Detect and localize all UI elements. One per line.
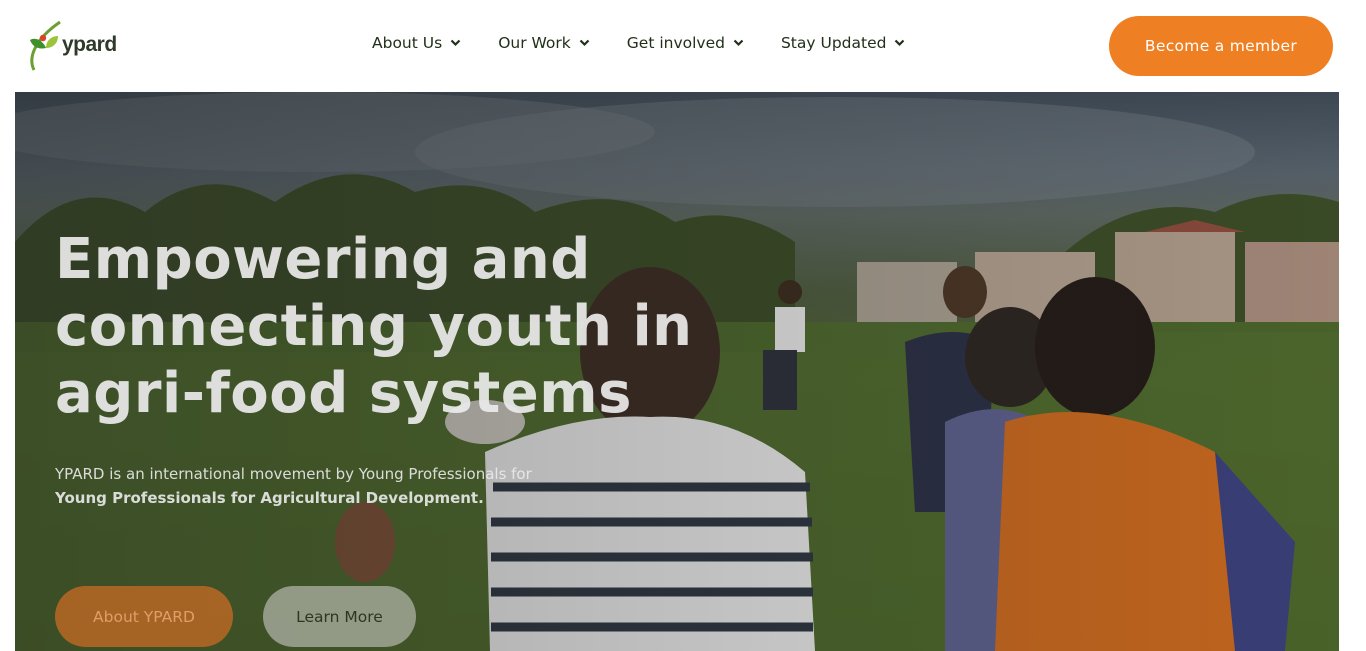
- chevron-down-icon: [895, 39, 905, 47]
- hero-subtitle-text: YPARD is an international movement by Yo…: [55, 465, 532, 483]
- nav-item-about-us[interactable]: About Us: [372, 34, 461, 52]
- site-logo[interactable]: ypard: [24, 18, 124, 74]
- chevron-down-icon: [450, 39, 461, 47]
- brand-name: ypard: [62, 33, 117, 56]
- chevron-down-icon: [733, 39, 744, 47]
- ypard-leaf-logo-icon: [30, 20, 61, 71]
- about-ypard-button[interactable]: About YPARD: [55, 586, 233, 647]
- hero-section: Empowering and connecting youth in agri-…: [15, 92, 1339, 651]
- nav-item-label: Stay Updated: [780, 34, 887, 52]
- main-nav: About Us Our Work Get involved Stay Upda…: [372, 34, 905, 52]
- site-header: ypard About Us Our Work Get involved Sta…: [0, 0, 1366, 92]
- hero-subtitle: YPARD is an international movement by Yo…: [55, 462, 535, 510]
- nav-item-our-work[interactable]: Our Work: [498, 34, 590, 52]
- nav-item-label: Our Work: [498, 34, 571, 52]
- nav-item-get-involved[interactable]: Get involved: [627, 34, 744, 52]
- chevron-down-icon: [579, 39, 590, 47]
- nav-item-stay-updated[interactable]: Stay Updated: [781, 34, 906, 52]
- learn-more-button[interactable]: Learn More: [263, 586, 416, 647]
- become-member-button[interactable]: Become a member: [1109, 16, 1333, 76]
- nav-item-label: About Us: [372, 34, 443, 52]
- hero-subtitle-bold: Young Professionals for Agricultural Dev…: [55, 489, 484, 507]
- nav-item-label: Get involved: [626, 34, 725, 52]
- hero-title: Empowering and connecting youth in agri-…: [55, 227, 693, 426]
